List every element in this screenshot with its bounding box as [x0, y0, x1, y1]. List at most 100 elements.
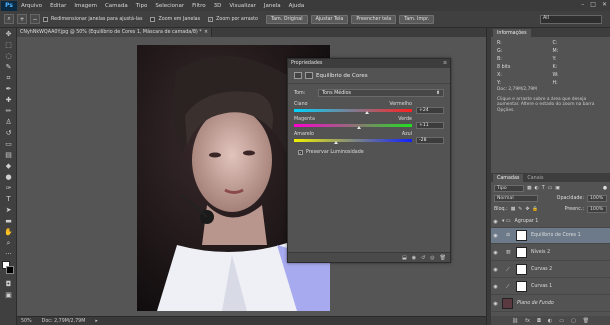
visibility-icon[interactable]: ◎: [430, 255, 434, 261]
eye-icon[interactable]: ◉: [491, 267, 500, 273]
add-mask-icon[interactable]: ◘: [537, 318, 541, 324]
menu-filtro[interactable]: Filtro: [188, 3, 209, 9]
hand-tool-icon[interactable]: ✋: [2, 227, 15, 237]
blur-tool-icon[interactable]: ◆: [2, 161, 15, 171]
zoom-all-checkbox[interactable]: [150, 16, 156, 22]
layer-mask-thumbnail[interactable]: [516, 281, 527, 292]
slider-thumb[interactable]: [334, 141, 339, 144]
blend-mode-select[interactable]: Normal: [494, 195, 538, 202]
layer-row-color-balance[interactable]: ◉ ⚖ Equilíbrio de Cores 1: [491, 228, 610, 244]
menu-imagem[interactable]: Imagem: [70, 3, 101, 9]
crop-tool-icon[interactable]: ⌗: [2, 73, 15, 83]
fill-input[interactable]: 100%: [587, 206, 607, 213]
zoom-in-icon[interactable]: +: [17, 14, 27, 24]
slider-track[interactable]: [294, 139, 412, 144]
layer-row-group[interactable]: ◉ ▾ ▭ Agrupar 1: [491, 216, 610, 228]
color-swatches[interactable]: [2, 261, 14, 277]
slider-thumb[interactable]: [356, 126, 361, 129]
layer-row-curves-2[interactable]: ◉ ⟋ Curvas 2: [491, 262, 610, 278]
tab-layers[interactable]: Camadas: [493, 174, 524, 182]
menu-3d[interactable]: 3D: [210, 3, 226, 9]
zoom-level[interactable]: 50%: [21, 319, 32, 324]
slider-value-input[interactable]: -28: [416, 137, 444, 144]
status-arrow-icon[interactable]: ▸: [95, 319, 97, 324]
more-tools-icon[interactable]: ···: [2, 249, 15, 259]
type-tool-icon[interactable]: T: [2, 194, 15, 204]
eye-icon[interactable]: ◉: [491, 250, 500, 256]
menu-ajuda[interactable]: Ajuda: [285, 3, 309, 9]
slider-thumb[interactable]: [365, 111, 370, 114]
zoom-tool-box-icon[interactable]: ⌕: [2, 238, 15, 248]
resize-windows-checkbox[interactable]: [43, 16, 48, 22]
fx-icon[interactable]: fx: [525, 318, 530, 324]
view-previous-icon[interactable]: ◉: [412, 255, 416, 261]
move-tool-icon[interactable]: ✥: [2, 29, 15, 39]
history-brush-icon[interactable]: ↺: [2, 128, 15, 138]
tone-select[interactable]: Tons Médios ⬍: [318, 89, 444, 97]
preserve-luminosity-row[interactable]: ✓ Preservar Luminosidade: [288, 144, 450, 161]
marquee-tool-icon[interactable]: ⬚: [2, 40, 15, 50]
menu-janela[interactable]: Janela: [260, 3, 285, 9]
layer-row-background[interactable]: ◉ Plano de Fundo: [491, 296, 610, 312]
tab-channels[interactable]: Canais: [523, 174, 547, 182]
filter-shape-icon[interactable]: ▭: [548, 186, 553, 191]
reset-icon[interactable]: ↺: [421, 255, 425, 261]
layer-row-levels[interactable]: ◉ ▥ Níveis 2: [491, 245, 610, 261]
close-tab-icon[interactable]: ×: [204, 30, 211, 35]
background-color[interactable]: [6, 266, 14, 274]
new-adjustment-icon[interactable]: ◐: [548, 318, 552, 324]
tab-info[interactable]: Informações: [493, 29, 531, 37]
quick-select-icon[interactable]: ✎: [2, 62, 15, 72]
properties-header[interactable]: Propriedades ≡: [288, 59, 450, 68]
filter-type-icon[interactable]: T: [542, 186, 545, 191]
print-size-button[interactable]: Tam. Impr.: [399, 14, 435, 24]
slider-value-input[interactable]: +11: [416, 122, 444, 129]
slider-value-input[interactable]: +24: [416, 107, 444, 114]
delete-layer-icon[interactable]: 🗑: [583, 318, 589, 324]
gradient-tool-icon[interactable]: ▤: [2, 150, 15, 160]
minimize-icon[interactable]: –: [581, 1, 584, 8]
menu-editar[interactable]: Editar: [46, 3, 70, 9]
workspace-select[interactable]: All: [540, 15, 602, 24]
eye-icon[interactable]: ◉: [491, 233, 500, 239]
clone-stamp-icon[interactable]: ♙: [2, 117, 15, 127]
opacity-input[interactable]: 100%: [587, 195, 607, 202]
preserve-luminosity-checkbox[interactable]: ✓: [298, 150, 303, 155]
lock-pixels-icon[interactable]: ▦: [511, 207, 516, 212]
healing-brush-icon[interactable]: ✚: [2, 95, 15, 105]
slider-track[interactable]: [294, 124, 412, 129]
new-group-icon[interactable]: ▭: [559, 318, 564, 324]
brush-tool-icon[interactable]: ✏: [2, 106, 15, 116]
screen-mode-icon[interactable]: ▣: [2, 290, 15, 300]
layer-mask-thumbnail[interactable]: [516, 230, 527, 241]
zoom-out-icon[interactable]: −: [30, 14, 40, 24]
filter-toggle-icon[interactable]: ●: [603, 186, 607, 191]
filter-smart-icon[interactable]: ▣: [555, 186, 560, 191]
menu-tipo[interactable]: Tipo: [132, 3, 152, 9]
lock-position-icon[interactable]: ✥: [525, 207, 529, 212]
filter-pixel-icon[interactable]: ▦: [527, 186, 532, 191]
eyedropper-icon[interactable]: ✒: [2, 84, 15, 94]
menu-camada[interactable]: Camada: [101, 3, 132, 9]
lock-all-icon[interactable]: 🔒: [532, 207, 538, 212]
dodge-tool-icon[interactable]: ●: [2, 172, 15, 182]
link-layers-icon[interactable]: ⛓: [512, 318, 518, 324]
eye-icon[interactable]: ◉: [491, 301, 500, 307]
eye-icon[interactable]: ◉: [491, 219, 500, 225]
background-thumbnail[interactable]: [502, 298, 513, 309]
trash-icon[interactable]: 🗑: [440, 255, 446, 261]
shape-tool-icon[interactable]: ▬: [2, 216, 15, 226]
fill-screen-button[interactable]: Preencher tela: [351, 14, 397, 24]
panel-menu-icon[interactable]: ≡: [443, 61, 447, 66]
layer-row-curves-1[interactable]: ◉ ⟋ Curvas 1: [491, 279, 610, 295]
layer-filter-select[interactable]: Tipo: [494, 185, 524, 192]
clip-to-layer-icon[interactable]: ⬓: [402, 255, 407, 261]
eye-icon[interactable]: ◉: [491, 284, 500, 290]
lock-paint-icon[interactable]: ✎: [518, 207, 522, 212]
slider-track[interactable]: [294, 109, 412, 114]
maximize-icon[interactable]: □: [590, 1, 596, 8]
quick-mask-icon[interactable]: ◘: [2, 279, 15, 289]
path-select-icon[interactable]: ➤: [2, 205, 15, 215]
layer-mask-thumbnail[interactable]: [516, 264, 527, 275]
lasso-tool-icon[interactable]: ◌: [2, 51, 15, 61]
